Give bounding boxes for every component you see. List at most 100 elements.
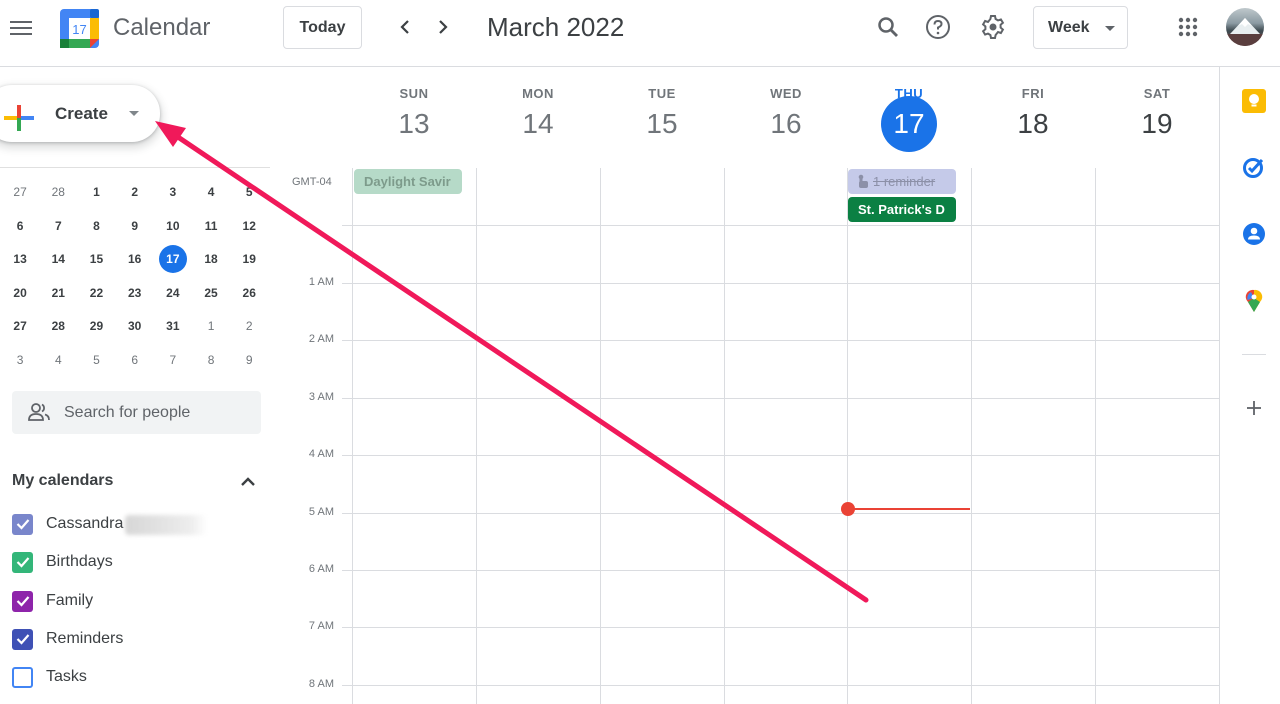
mini-calendar-day[interactable]: 6 [1, 210, 39, 244]
mini-calendar-day[interactable]: 8 [192, 344, 230, 378]
chevron-left-icon[interactable] [392, 14, 418, 40]
mini-calendar-day[interactable]: 4 [192, 176, 230, 210]
day-number: 9 [131, 218, 138, 233]
mini-calendar-day[interactable]: 30 [116, 310, 154, 344]
calendar-item-family[interactable]: Family [12, 589, 252, 613]
current-time-line [848, 508, 970, 510]
side-panel-divider [1242, 354, 1266, 355]
calendar-checkbox[interactable] [12, 666, 33, 688]
day-number[interactable]: 14 [510, 96, 566, 152]
day-header-sun[interactable]: SUN 13 [352, 86, 476, 152]
mini-calendar-day[interactable]: 26 [230, 277, 268, 311]
hamburger-menu-icon[interactable] [10, 17, 34, 37]
day-number: 6 [16, 218, 24, 233]
day-number[interactable]: 13 [386, 96, 442, 152]
mini-calendar-day[interactable]: 9 [230, 344, 268, 378]
day-number: 1 [93, 185, 100, 199]
mini-calendar-day[interactable]: 27 [1, 176, 39, 210]
mini-calendar-day[interactable]: 24 [154, 277, 192, 311]
day-number[interactable]: 19 [1129, 96, 1185, 152]
mini-calendar-day[interactable]: 11 [192, 210, 230, 244]
mini-calendar-day[interactable]: 14 [39, 243, 77, 277]
calendar-checkbox[interactable] [12, 628, 33, 650]
gear-icon[interactable] [977, 11, 1009, 43]
chevron-right-icon[interactable] [430, 14, 456, 40]
mini-calendar-day[interactable]: 5 [77, 344, 115, 378]
day-header-tue[interactable]: TUE 15 [600, 86, 724, 152]
hour-gridline [342, 570, 1219, 571]
mini-calendar-day[interactable]: 25 [192, 277, 230, 311]
day-number[interactable]: 17 [881, 96, 937, 152]
mini-calendar-day[interactable]: 3 [1, 344, 39, 378]
mini-calendar-day[interactable]: 10 [154, 210, 192, 244]
mini-calendar-day-today[interactable]: 17 [154, 243, 192, 277]
mini-calendar-day[interactable]: 29 [77, 310, 115, 344]
mini-calendar-day[interactable]: 21 [39, 277, 77, 311]
day-column-divider [352, 168, 353, 704]
mini-calendar-day[interactable]: 28 [39, 176, 77, 210]
mini-calendar-day[interactable]: 12 [230, 210, 268, 244]
tasks-icon[interactable] [1242, 155, 1266, 179]
calendar-item-tasks[interactable]: Tasks [12, 665, 252, 689]
day-number: 3 [16, 352, 24, 367]
mini-calendar-day[interactable]: 7 [154, 344, 192, 378]
mini-calendar-day[interactable]: 2 [230, 310, 268, 344]
contacts-icon[interactable] [1242, 222, 1266, 246]
mini-calendar-day[interactable]: 1 [77, 176, 115, 210]
mini-calendar-day[interactable]: 23 [116, 277, 154, 311]
day-number: 22 [89, 285, 104, 300]
calendar-logo-icon[interactable]: 17 [60, 9, 99, 48]
mini-calendar-day[interactable]: 22 [77, 277, 115, 311]
mini-calendar-day[interactable]: 18 [192, 243, 230, 277]
apps-grid-icon[interactable] [1172, 11, 1204, 43]
top-app-bar: 17 Calendar Today March 2022 Week [0, 0, 1280, 67]
people-search-input[interactable] [64, 391, 254, 434]
mini-calendar-day[interactable]: 6 [116, 344, 154, 378]
mini-calendar-day[interactable]: 4 [39, 344, 77, 378]
mini-calendar-day[interactable]: 1 [192, 310, 230, 344]
calendar-item-reminders[interactable]: Reminders [12, 627, 252, 651]
mini-calendar-day[interactable]: 9 [116, 210, 154, 244]
calendar-item-birthdays[interactable]: Birthdays [12, 550, 252, 574]
chevron-up-icon[interactable] [238, 473, 258, 491]
day-column-divider [600, 168, 601, 704]
day-header-mon[interactable]: MON 14 [476, 86, 600, 152]
calendar-checkbox[interactable] [12, 513, 33, 535]
day-number[interactable]: 18 [1005, 96, 1061, 152]
plus-icon[interactable] [1242, 396, 1266, 420]
event-chip-st-patricks-day[interactable]: St. Patrick's D [848, 197, 956, 222]
mini-calendar-day[interactable]: 28 [39, 310, 77, 344]
calendar-checkbox[interactable] [12, 551, 33, 573]
help-circle-icon[interactable] [922, 11, 954, 43]
maps-icon[interactable] [1242, 289, 1266, 313]
create-button[interactable]: Create [0, 85, 160, 142]
keep-icon[interactable] [1242, 89, 1266, 113]
day-header-wed[interactable]: WED 16 [724, 86, 848, 152]
mini-calendar-day[interactable]: 3 [154, 176, 192, 210]
day-number[interactable]: 16 [758, 96, 814, 152]
mini-calendar-day[interactable]: 7 [39, 210, 77, 244]
mini-calendar-day[interactable]: 2 [116, 176, 154, 210]
mini-calendar-day[interactable]: 31 [154, 310, 192, 344]
day-header-thu[interactable]: THU 17 [847, 86, 971, 152]
user-avatar[interactable] [1226, 8, 1264, 46]
day-header-fri[interactable]: FRI 18 [971, 86, 1095, 152]
reminder-hand-icon [858, 174, 868, 188]
people-search[interactable] [12, 391, 261, 434]
mini-calendar-day[interactable]: 27 [1, 310, 39, 344]
day-header-sat[interactable]: SAT 19 [1095, 86, 1219, 152]
mini-calendar-day[interactable]: 16 [116, 243, 154, 277]
calendar-checkbox[interactable] [12, 590, 33, 612]
today-button[interactable]: Today [283, 6, 362, 49]
mini-calendar-day[interactable]: 20 [1, 277, 39, 311]
event-chip-daylight-saving[interactable]: Daylight Savir [354, 169, 462, 194]
mini-calendar-day[interactable]: 8 [77, 210, 115, 244]
search-icon[interactable] [872, 11, 904, 43]
mini-calendar-day[interactable]: 19 [230, 243, 268, 277]
view-select-dropdown[interactable]: Week [1033, 6, 1128, 49]
day-number[interactable]: 15 [634, 96, 690, 152]
mini-calendar-day[interactable]: 13 [1, 243, 39, 277]
mini-calendar-day[interactable]: 15 [77, 243, 115, 277]
event-chip-reminder[interactable]: 1 reminder [848, 169, 956, 194]
mini-calendar-day[interactable]: 5 [230, 176, 268, 210]
